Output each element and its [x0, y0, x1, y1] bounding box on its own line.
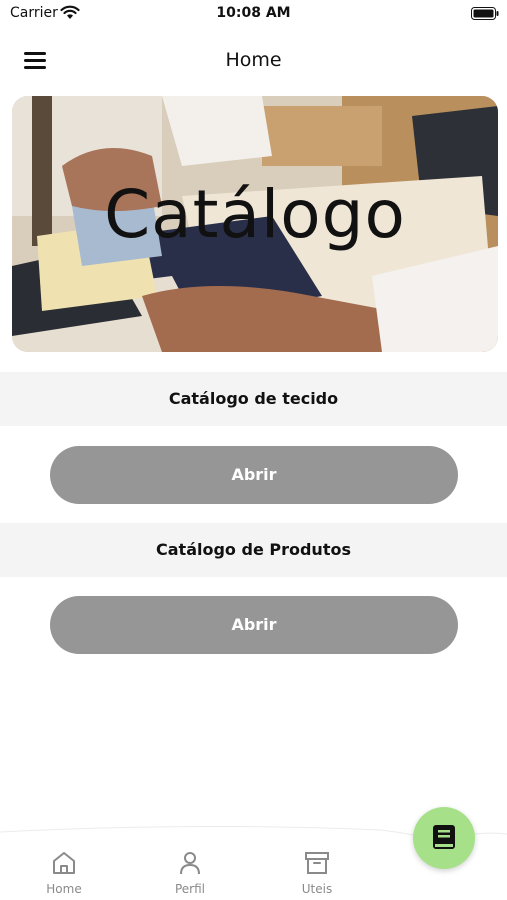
nav-uteis-label: Uteis	[301, 882, 333, 896]
nav-uteis[interactable]: Uteis	[272, 850, 362, 896]
clock: 10:08 AM	[216, 5, 291, 21]
nav-home[interactable]: Home	[19, 850, 109, 896]
fabric-catalog-section: Catálogo de tecido	[0, 372, 507, 426]
status-bar: Carrier 10:08 AM	[0, 0, 507, 28]
catalog-fab-button[interactable]	[413, 807, 475, 869]
nav-home-label: Home	[46, 882, 82, 896]
person-icon	[180, 852, 200, 875]
archive-box-icon	[305, 852, 329, 874]
page-title: Home	[225, 49, 282, 71]
catalog-banner: Catálogo	[12, 96, 498, 352]
book-icon	[433, 825, 455, 849]
home-icon	[53, 852, 75, 874]
products-catalog-section: Catálogo de Produtos	[0, 523, 507, 577]
section-title: Catálogo de Produtos	[156, 540, 351, 559]
nav-perfil-label: Perfil	[174, 882, 206, 896]
app-header: Home	[0, 40, 507, 80]
battery-icon	[471, 7, 499, 20]
nav-perfil[interactable]: Perfil	[145, 850, 235, 896]
banner-title: Catálogo	[104, 176, 406, 253]
open-fabric-catalog-button[interactable]: Abrir	[50, 446, 458, 504]
section-title: Catálogo de tecido	[168, 389, 339, 408]
open-products-catalog-button[interactable]: Abrir	[50, 596, 458, 654]
